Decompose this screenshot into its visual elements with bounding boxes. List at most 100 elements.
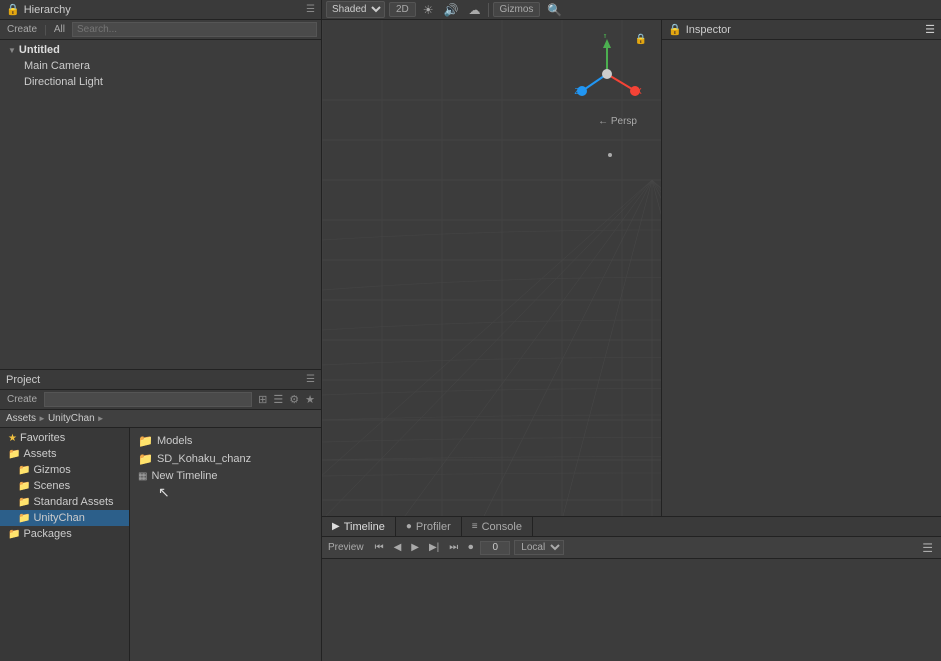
hierarchy-item[interactable]: Main Camera (0, 58, 321, 74)
svg-text:X: X (636, 87, 642, 96)
project-panel: Project ☰ Create ⊞ ☰ ⚙ ★ Assets ► Un (0, 370, 321, 661)
project-files: 📁 Models 📁 SD_Kohaku_chanz ▦ New Timelin… (130, 428, 321, 661)
hierarchy-toolbar: Create | All (0, 20, 321, 40)
tab-timeline[interactable]: ▶ Timeline (322, 517, 396, 536)
svg-text:Y: Y (602, 34, 608, 40)
persp-label: ← Persp (598, 116, 637, 127)
project-star-icon[interactable]: ★ (303, 393, 317, 406)
project-layout-icon2[interactable]: ☰ (271, 393, 285, 406)
inspector-menu-icon[interactable]: ☰ (925, 23, 935, 36)
hierarchy-menu-icon[interactable]: ☰ (306, 4, 315, 15)
tree-gizmos[interactable]: 📁 Gizmos (0, 462, 129, 478)
file-item-sd-kohaku[interactable]: 📁 SD_Kohaku_chanz (134, 450, 317, 468)
tree-favorites[interactable]: ★ Favorites (0, 430, 129, 446)
tab-profiler[interactable]: ● Profiler (396, 517, 462, 536)
center-right: Shaded 2D ☀ 🔊 ☁ Gizmos 🔍 (322, 0, 941, 661)
project-search-input[interactable] (44, 392, 252, 407)
hierarchy-content: ▼ Untitled Main Camera Directional Light (0, 40, 321, 369)
record-button[interactable]: ⏺ (465, 541, 476, 554)
toolbar-separator (488, 3, 489, 17)
project-layout-icon1[interactable]: ⊞ (256, 393, 269, 406)
hierarchy-scene-root[interactable]: ▼ Untitled (0, 42, 321, 58)
project-header-icons: ☰ (306, 374, 315, 385)
expand-triangle: ▼ (8, 46, 16, 55)
project-search-icon[interactable]: ⚙ (287, 393, 301, 406)
skip-end-button[interactable]: ⏭ (446, 541, 461, 554)
main-layout: 🔒 Hierarchy ☰ Create | All ▼ Untitled (0, 0, 941, 661)
models-folder-icon: 📁 (138, 434, 153, 448)
hierarchy-lock-icon: 🔒 (6, 3, 20, 16)
scenes-folder-icon: 📁 (18, 481, 30, 492)
gizmos-folder-icon: 📁 (18, 465, 30, 476)
inspector-lock-icon: 🔒 (668, 23, 682, 36)
timeline-tab-icon: ▶ (332, 521, 340, 532)
timeline-toolbar: Preview ⏮ ◀ ▶ ▶| ⏭ ⏺ Local ☰ (322, 537, 941, 559)
breadcrumb-arrow: ► (38, 414, 46, 423)
unitychan-folder-icon: 📁 (18, 513, 30, 524)
project-breadcrumb: Assets ► UnityChan ► (0, 410, 321, 428)
prev-frame-button[interactable]: ◀ (391, 541, 405, 554)
new-timeline-icon: ▦ (138, 471, 147, 482)
fx-icon[interactable]: ☁ (466, 3, 484, 17)
project-tree: ★ Favorites 📁 Assets 📁 Gizmos 📁 Scenes (0, 428, 130, 661)
search-scene-icon[interactable]: 🔍 (544, 3, 565, 17)
inspector-panel: 🔒 Inspector ☰ (661, 20, 941, 516)
project-menu-icon[interactable]: ☰ (306, 374, 315, 385)
scene-toolbar: Shaded 2D ☀ 🔊 ☁ Gizmos 🔍 (322, 0, 941, 20)
project-title: Project (6, 374, 40, 386)
play-button[interactable]: ▶ (408, 541, 422, 554)
file-item-models[interactable]: 📁 Models (134, 432, 317, 450)
bottom-panel: ▶ Timeline ● Profiler ≡ Console Preview … (322, 516, 941, 661)
project-create-button[interactable]: Create (4, 393, 40, 406)
bottom-tabs: ▶ Timeline ● Profiler ≡ Console (322, 517, 941, 537)
file-item-new-timeline[interactable]: ▦ New Timeline (134, 468, 317, 484)
project-header: Project ☰ (0, 370, 321, 390)
breadcrumb-arrow2: ► (97, 414, 105, 423)
standard-assets-folder-icon: 📁 (18, 497, 30, 508)
scene-view[interactable]: Y X Z 🔒 ← Persp (322, 20, 661, 516)
hierarchy-all-button[interactable]: All (51, 23, 68, 36)
inspector-header: 🔒 Inspector ☰ (662, 20, 941, 40)
svg-text:Z: Z (575, 87, 580, 96)
hierarchy-header: 🔒 Hierarchy ☰ (0, 0, 321, 20)
profiler-tab-icon: ● (406, 521, 412, 532)
left-panel: 🔒 Hierarchy ☰ Create | All ▼ Untitled (0, 0, 322, 661)
mouse-cursor-icon: ↖ (158, 484, 170, 501)
sun-icon[interactable]: ☀ (420, 3, 437, 17)
hierarchy-item[interactable]: Directional Light (0, 74, 321, 90)
hierarchy-search-input[interactable] (72, 22, 317, 37)
sd-kohaku-folder-icon: 📁 (138, 452, 153, 466)
packages-folder-icon: 📁 (8, 529, 20, 540)
console-tab-icon: ≡ (472, 521, 478, 532)
frame-input[interactable] (480, 541, 510, 555)
project-content: ★ Favorites 📁 Assets 📁 Gizmos 📁 Scenes (0, 428, 321, 661)
tree-standard-assets[interactable]: 📁 Standard Assets (0, 494, 129, 510)
timeline-settings-icon[interactable]: ☰ (920, 541, 935, 555)
tree-scenes[interactable]: 📁 Scenes (0, 478, 129, 494)
gizmo-lock-icon[interactable]: 🔒 (635, 34, 647, 45)
2d-button[interactable]: 2D (389, 2, 416, 17)
tree-unitychan[interactable]: 📁 UnityChan (0, 510, 129, 526)
timeline-content (322, 559, 941, 661)
project-toolbar: Create ⊞ ☰ ⚙ ★ (0, 390, 321, 410)
hierarchy-create-button[interactable]: Create (4, 23, 40, 36)
audio-icon[interactable]: 🔊 (441, 3, 462, 17)
tree-assets[interactable]: 📁 Assets (0, 446, 129, 462)
local-select[interactable]: Local (514, 540, 564, 555)
hierarchy-panel: 🔒 Hierarchy ☰ Create | All ▼ Untitled (0, 0, 321, 370)
gizmos-button[interactable]: Gizmos (493, 2, 541, 17)
project-toolbar-icons: ⊞ ☰ ⚙ ★ (256, 393, 317, 406)
assets-folder-icon: 📁 (8, 449, 20, 460)
hierarchy-title: 🔒 Hierarchy (6, 3, 71, 16)
skip-start-button[interactable]: ⏮ (372, 541, 387, 554)
scene-gizmo[interactable]: Y X Z 🔒 (567, 34, 647, 114)
scene-inspector-row: Y X Z 🔒 ← Persp 🔒 Inspector ☰ (322, 20, 941, 516)
favorites-star-icon: ★ (8, 433, 17, 444)
hierarchy-header-icons: ☰ (306, 4, 315, 15)
cursor-area: ↖ (134, 484, 317, 504)
tab-console[interactable]: ≡ Console (462, 517, 533, 536)
next-frame-button[interactable]: ▶| (426, 541, 442, 554)
shading-mode-select[interactable]: Shaded (326, 1, 385, 18)
tree-packages[interactable]: 📁 Packages (0, 526, 129, 542)
scene-dot (608, 153, 612, 157)
